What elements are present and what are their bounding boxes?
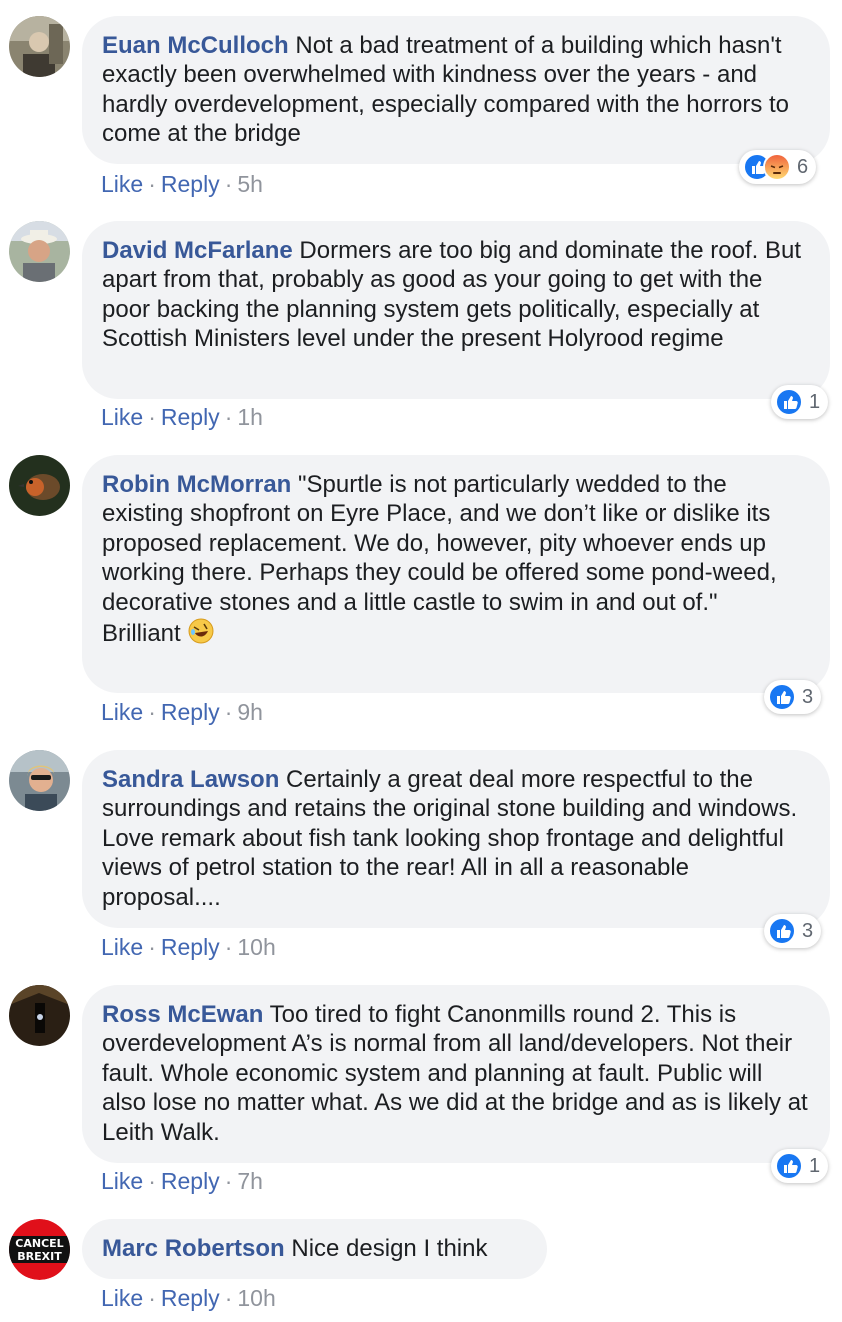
- avatar[interactable]: [9, 16, 70, 77]
- comment-actions: Like · Reply · 5h: [101, 171, 263, 198]
- comment-bubble: Robin McMorran "Spurtle is not particula…: [82, 455, 830, 693]
- like-link[interactable]: Like: [101, 934, 143, 960]
- separator: ·: [148, 171, 156, 197]
- comment-text: Nice design I think: [291, 1235, 488, 1262]
- separator: ·: [224, 1168, 233, 1194]
- avatar[interactable]: [9, 750, 70, 811]
- separator: ·: [224, 699, 233, 725]
- timestamp[interactable]: 9h: [237, 699, 263, 725]
- like-link[interactable]: Like: [101, 1285, 143, 1311]
- reaction-count: 1: [809, 1154, 821, 1177]
- like-icon: [775, 388, 803, 416]
- angry-icon: [763, 153, 791, 181]
- reply-link[interactable]: Reply: [161, 699, 220, 725]
- comment-actions: Like · Reply · 7h: [101, 1168, 263, 1195]
- avatar-text: CANCEL: [15, 1237, 63, 1250]
- reaction-count: 6: [797, 155, 809, 178]
- separator: ·: [224, 934, 233, 960]
- separator: ·: [148, 404, 156, 430]
- rolling-on-floor-laughing-emoji: [187, 617, 215, 645]
- comment-bubble: Euan McCulloch Not a bad treatment of a …: [82, 16, 830, 164]
- timestamp[interactable]: 1h: [237, 404, 263, 430]
- avatar[interactable]: [9, 455, 70, 516]
- like-link[interactable]: Like: [101, 171, 143, 197]
- separator: ·: [148, 934, 156, 960]
- separator: ·: [148, 1285, 156, 1311]
- comment-bubble: Marc Robertson Nice design I think: [82, 1219, 547, 1279]
- comment-author[interactable]: Euan McCulloch: [102, 32, 289, 59]
- reactions-summary[interactable]: 3: [764, 680, 822, 714]
- comment-author[interactable]: Marc Robertson: [102, 1235, 285, 1262]
- comment-bubble: David McFarlane Dormers are too big and …: [82, 221, 830, 399]
- timestamp[interactable]: 10h: [237, 934, 275, 960]
- comment-bubble: Ross McEwan Too tired to fight Canonmill…: [82, 985, 830, 1163]
- comment-text: Brilliant: [102, 620, 181, 648]
- reply-link[interactable]: Reply: [161, 171, 220, 197]
- separator: ·: [224, 171, 233, 197]
- separator: ·: [148, 699, 156, 725]
- avatar[interactable]: [9, 221, 70, 282]
- reactions-summary[interactable]: 1: [771, 385, 829, 419]
- like-icon: [768, 683, 796, 711]
- comment-author[interactable]: Robin McMorran: [102, 471, 291, 498]
- comment-actions: Like · Reply · 10h: [101, 934, 276, 961]
- timestamp[interactable]: 7h: [237, 1168, 263, 1194]
- comment-actions: Like · Reply · 9h: [101, 699, 263, 726]
- timestamp[interactable]: 5h: [237, 171, 263, 197]
- reactions-summary[interactable]: 1: [771, 1149, 829, 1183]
- reply-link[interactable]: Reply: [161, 1168, 220, 1194]
- reply-link[interactable]: Reply: [161, 1285, 220, 1311]
- reaction-count: 1: [809, 390, 821, 413]
- reply-link[interactable]: Reply: [161, 404, 220, 430]
- comment-author[interactable]: Sandra Lawson: [102, 766, 279, 793]
- like-icon: [775, 1152, 803, 1180]
- avatar[interactable]: [9, 985, 70, 1046]
- avatar[interactable]: CANCEL BREXIT: [9, 1219, 70, 1280]
- comment-author[interactable]: Ross McEwan: [102, 1001, 263, 1028]
- separator: ·: [148, 1168, 156, 1194]
- like-icon: [768, 917, 796, 945]
- comment-actions: Like · Reply · 10h: [101, 1285, 276, 1312]
- comment-bubble: Sandra Lawson Certainly a great deal mor…: [82, 750, 830, 928]
- reactions-summary[interactable]: 3: [764, 914, 822, 948]
- timestamp[interactable]: 10h: [237, 1285, 275, 1311]
- reactions-summary[interactable]: 6: [739, 150, 817, 184]
- reaction-count: 3: [802, 919, 814, 942]
- like-link[interactable]: Like: [101, 1168, 143, 1194]
- reaction-count: 3: [802, 685, 814, 708]
- like-link[interactable]: Like: [101, 699, 143, 725]
- reply-link[interactable]: Reply: [161, 934, 220, 960]
- comment-actions: Like · Reply · 1h: [101, 404, 263, 431]
- separator: ·: [224, 404, 233, 430]
- comment-author[interactable]: David McFarlane: [102, 237, 293, 264]
- avatar-text: BREXIT: [17, 1250, 62, 1263]
- separator: ·: [224, 1285, 233, 1311]
- like-link[interactable]: Like: [101, 404, 143, 430]
